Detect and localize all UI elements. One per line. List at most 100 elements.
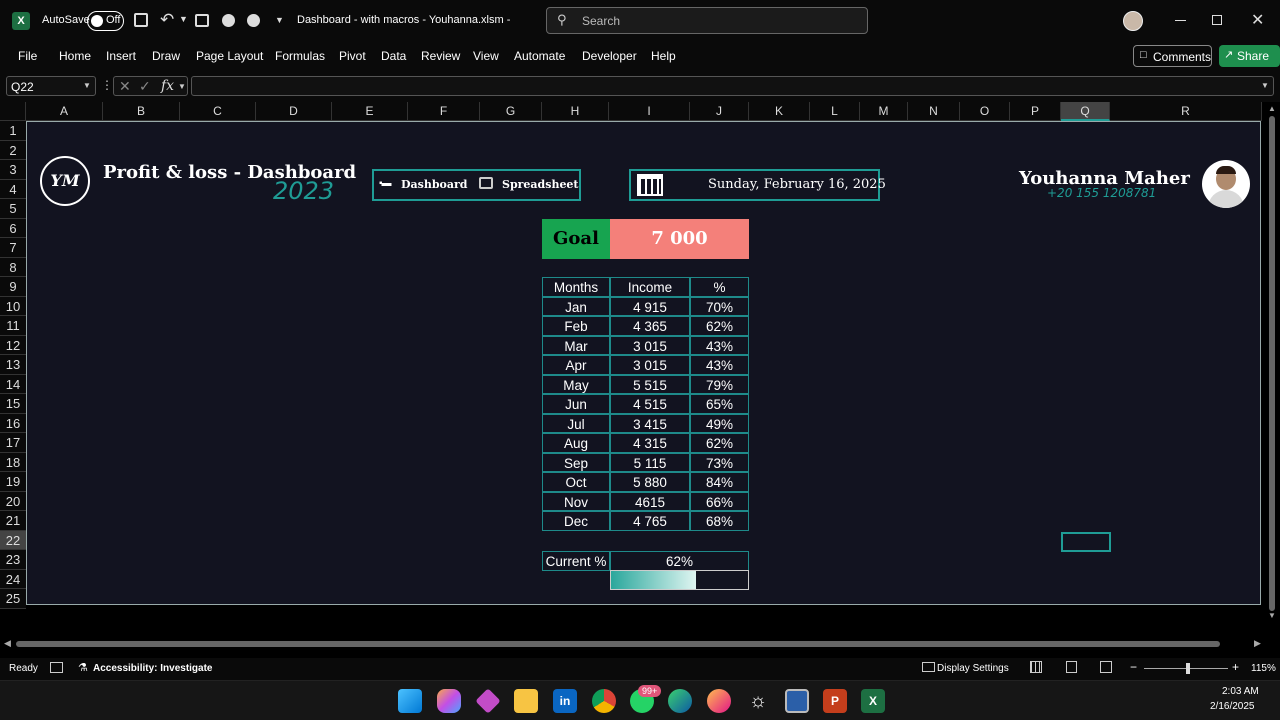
column-header-e[interactable]: E bbox=[332, 102, 408, 121]
linkedin-icon[interactable]: in bbox=[553, 689, 577, 713]
close-icon[interactable]: ✕ bbox=[1251, 10, 1264, 30]
chrome-icon[interactable] bbox=[592, 689, 616, 713]
row-header-2[interactable]: 2 bbox=[0, 140, 26, 161]
column-header-i[interactable]: I bbox=[609, 102, 690, 121]
row-header-24[interactable]: 24 bbox=[0, 569, 26, 590]
firefox-icon[interactable] bbox=[707, 689, 731, 713]
tab-automate[interactable]: Automate bbox=[514, 49, 565, 63]
tab-home[interactable]: Home bbox=[59, 49, 91, 63]
accessibility-status[interactable]: Accessibility: Investigate bbox=[93, 663, 213, 674]
brightness-icon[interactable]: ☼ bbox=[746, 689, 770, 713]
row-header-23[interactable]: 23 bbox=[0, 550, 26, 570]
horizontal-scroll-thumb[interactable] bbox=[16, 641, 1220, 647]
minimize-icon[interactable] bbox=[1175, 20, 1186, 21]
tab-page-layout[interactable]: Page Layout bbox=[196, 49, 263, 63]
row-header-4[interactable]: 4 bbox=[0, 179, 26, 200]
copilot-icon[interactable] bbox=[437, 689, 461, 713]
row-header-19[interactable]: 19 bbox=[0, 472, 26, 492]
tab-file[interactable]: File bbox=[18, 49, 37, 63]
row-header-9[interactable]: 9 bbox=[0, 277, 26, 297]
undo-icon[interactable]: ↶ bbox=[160, 10, 174, 30]
row-header-8[interactable]: 8 bbox=[0, 257, 26, 278]
column-header-b[interactable]: B bbox=[103, 102, 180, 121]
horizontal-scrollbar[interactable]: ◀ ▶ bbox=[4, 638, 1266, 650]
tab-view[interactable]: View bbox=[473, 49, 499, 63]
file-explorer-icon[interactable] bbox=[514, 689, 538, 713]
row-header-5[interactable]: 5 bbox=[0, 199, 26, 219]
row-header-3[interactable]: 3 bbox=[0, 160, 26, 180]
search-box[interactable]: ⚲ Search bbox=[546, 7, 868, 34]
user-avatar[interactable] bbox=[1123, 11, 1143, 31]
scroll-down-icon[interactable]: ▼ bbox=[1268, 611, 1276, 620]
powerpoint-icon[interactable]: P bbox=[823, 689, 847, 713]
formula-input[interactable]: ▼ bbox=[191, 76, 1274, 96]
tab-data[interactable]: Data bbox=[381, 49, 406, 63]
normal-view-icon[interactable] bbox=[1030, 661, 1042, 673]
row-header-11[interactable]: 11 bbox=[0, 316, 26, 336]
row-header-18[interactable]: 18 bbox=[0, 452, 26, 473]
tab-formulas[interactable]: Formulas bbox=[275, 49, 325, 63]
tab-help[interactable]: Help bbox=[651, 49, 676, 63]
excel-taskbar-icon[interactable]: X bbox=[861, 689, 885, 713]
column-header-p[interactable]: P bbox=[1010, 102, 1061, 121]
row-header-7[interactable]: 7 bbox=[0, 238, 26, 258]
zoom-slider-thumb[interactable] bbox=[1186, 663, 1190, 674]
row-header-13[interactable]: 13 bbox=[0, 355, 26, 375]
record-macro-icon[interactable] bbox=[222, 14, 235, 27]
display-settings-button[interactable]: Display Settings bbox=[937, 663, 1009, 674]
row-header-17[interactable]: 17 bbox=[0, 433, 26, 453]
row-header-22[interactable]: 22 bbox=[0, 530, 26, 551]
vertical-scroll-thumb[interactable] bbox=[1269, 116, 1275, 611]
zoom-level[interactable]: 115% bbox=[1251, 663, 1276, 674]
dashboard-nav-button[interactable]: ▪▬ Dashboard bbox=[377, 176, 468, 194]
power-apps-icon[interactable] bbox=[475, 688, 501, 714]
column-header-r[interactable]: R bbox=[1110, 102, 1262, 121]
row-header-21[interactable]: 21 bbox=[0, 511, 26, 531]
scroll-left-icon[interactable]: ◀ bbox=[4, 638, 11, 649]
circle-icon[interactable] bbox=[247, 14, 260, 27]
column-header-n[interactable]: N bbox=[908, 102, 960, 121]
windows-start-icon[interactable] bbox=[398, 689, 422, 713]
column-header-g[interactable]: G bbox=[480, 102, 542, 121]
column-header-k[interactable]: K bbox=[749, 102, 810, 121]
column-header-a[interactable]: A bbox=[26, 102, 103, 121]
tab-pivot[interactable]: Pivot bbox=[339, 49, 366, 63]
zoom-out-icon[interactable]: − bbox=[1130, 660, 1137, 674]
row-header-25[interactable]: 25 bbox=[0, 589, 26, 609]
page-break-view-icon[interactable] bbox=[1100, 661, 1112, 673]
row-header-15[interactable]: 15 bbox=[0, 394, 26, 414]
name-box[interactable]: Q22 ▼ bbox=[6, 76, 96, 96]
tab-developer[interactable]: Developer bbox=[582, 49, 637, 63]
autosave-toggle[interactable]: Off bbox=[87, 11, 124, 31]
zoom-slider[interactable] bbox=[1144, 663, 1228, 674]
column-header-j[interactable]: J bbox=[690, 102, 749, 121]
column-header-m[interactable]: M bbox=[860, 102, 908, 121]
row-header-1[interactable]: 1 bbox=[0, 121, 26, 141]
tab-review[interactable]: Review bbox=[421, 49, 460, 63]
comments-button[interactable]: □ Comments bbox=[1133, 45, 1212, 67]
macro-record-icon[interactable] bbox=[50, 662, 63, 673]
save-icon[interactable] bbox=[134, 13, 148, 27]
tab-draw[interactable]: Draw bbox=[152, 49, 180, 63]
scroll-up-icon[interactable]: ▲ bbox=[1268, 104, 1276, 113]
expand-icon[interactable]: ▼ bbox=[1261, 81, 1269, 90]
column-header-h[interactable]: H bbox=[542, 102, 609, 121]
row-header-14[interactable]: 14 bbox=[0, 374, 26, 395]
page-layout-view-icon[interactable] bbox=[1066, 661, 1077, 673]
restore-icon[interactable] bbox=[1212, 15, 1222, 25]
selected-cell[interactable] bbox=[1061, 532, 1111, 552]
column-header-q[interactable]: Q bbox=[1061, 102, 1110, 121]
spreadsheet-nav-button[interactable]: Spreadsheet bbox=[477, 176, 579, 194]
edge-icon[interactable] bbox=[668, 689, 692, 713]
row-header-10[interactable]: 10 bbox=[0, 296, 26, 317]
chevron-down-icon[interactable]: ▼ bbox=[179, 14, 188, 24]
column-header-d[interactable]: D bbox=[256, 102, 332, 121]
insert-function-icon[interactable]: fx bbox=[161, 78, 174, 94]
row-header-6[interactable]: 6 bbox=[0, 218, 26, 239]
column-header-f[interactable]: F bbox=[408, 102, 480, 121]
more-options-icon[interactable]: ⋮ bbox=[101, 78, 113, 92]
form-icon[interactable] bbox=[195, 14, 209, 27]
customize-toolbar-icon[interactable]: ▼ bbox=[275, 15, 284, 25]
tab-insert[interactable]: Insert bbox=[106, 49, 136, 63]
select-all-corner[interactable] bbox=[0, 102, 26, 121]
